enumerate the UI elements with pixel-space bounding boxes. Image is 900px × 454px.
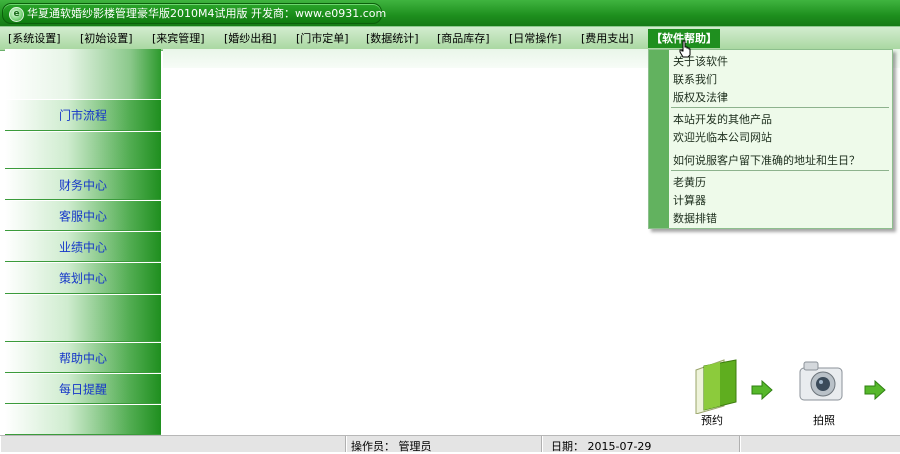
menu-separator (671, 170, 889, 171)
menu-inventory[interactable]: [商品库存] (437, 31, 490, 46)
shortcut-label-appointment[interactable]: 预约 (701, 412, 723, 428)
sidebar-header (5, 49, 161, 99)
menu-item-almanac[interactable]: 老黄历 (673, 174, 706, 190)
status-operator: 操作员： 管理员 (351, 440, 432, 453)
status-bar: 操作员： 管理员 日期： 2015-07-29 (0, 435, 900, 453)
menu-system-settings[interactable]: [系统设置] (8, 31, 61, 46)
sidebar-item-performance[interactable]: 业绩中心 (5, 231, 161, 262)
sidebar-item-label: 财务中心 (58, 178, 107, 192)
sidebar-item-store-process[interactable]: 门市流程 (5, 99, 161, 131)
dropdown-gutter (649, 50, 669, 228)
help-dropdown-menu: 关于该软件 联系我们 版权及法律 本站开发的其他产品 欢迎光临本公司网站 如何说… (648, 49, 893, 229)
menu-item-company-website[interactable]: 欢迎光临本公司网站 (673, 129, 772, 145)
green-arrow-right-icon (751, 380, 773, 400)
menu-daily-operations[interactable]: [日常操作] (509, 31, 562, 46)
sidebar-item-planning[interactable]: 策划中心 (5, 262, 161, 294)
menu-item-contact[interactable]: 联系我们 (673, 71, 717, 87)
status-date: 日期： 2015-07-29 (551, 440, 652, 453)
sidebar-item-blank-3[interactable] (5, 404, 161, 435)
sidebar-item-daily-reminder[interactable]: 每日提醒 (5, 373, 161, 404)
menu-bar: [系统设置] [初始设置] [来宾管理] [婚纱出租] [门市定单] [数据统计… (0, 26, 900, 51)
status-segment-extra (740, 436, 900, 452)
menu-store-orders[interactable]: [门市定单] (296, 31, 349, 46)
green-arrow-right-icon (864, 380, 886, 400)
menu-item-calculator[interactable]: 计算器 (673, 192, 706, 208)
hand-pointer-icon (679, 40, 691, 58)
menu-item-data-repair[interactable]: 数据排错 (673, 210, 717, 226)
app-logo-icon: e (9, 7, 24, 22)
menu-expenses[interactable]: [费用支出] (581, 31, 634, 46)
sidebar-item-help[interactable]: 帮助中心 (5, 342, 161, 373)
status-segment-empty (0, 436, 346, 452)
menu-item-customer-tips[interactable]: 如何说服客户留下准确的地址和生日？ (673, 152, 860, 168)
menu-statistics[interactable]: [数据统计] (366, 31, 419, 46)
status-segment-operator: 操作员： 管理员 (346, 436, 542, 453)
sidebar-item-label: 客服中心 (58, 209, 107, 223)
sidebar-item-label: 策划中心 (58, 271, 107, 286)
sidebar-item-label: 帮助中心 (58, 351, 107, 365)
menu-separator (671, 107, 889, 108)
menu-initial-settings[interactable]: [初始设置] (80, 31, 133, 46)
sidebar-item-label: 业绩中心 (58, 240, 107, 254)
camera-icon[interactable] (797, 358, 847, 406)
status-segment-date: 日期： 2015-07-29 (542, 436, 740, 453)
sidebar: 门市流程 财务中心 客服中心 业绩中心 策划中心 帮助中心 每日提醒 (5, 49, 161, 435)
sidebar-item-label: 每日提醒 (58, 382, 107, 396)
sidebar-item-blank-1[interactable] (5, 131, 161, 169)
sidebar-item-blank-2[interactable] (5, 294, 161, 342)
title-bar: e 华夏通软婚纱影楼管理豪华版2010M4试用版 开发商：www.e0931.c… (0, 0, 900, 26)
folder-sign-icon[interactable] (690, 356, 740, 414)
sidebar-item-finance[interactable]: 财务中心 (5, 169, 161, 200)
window-title: 华夏通软婚纱影楼管理豪华版2010M4试用版 开发商：www.e0931.com (27, 7, 387, 20)
menu-guest-management[interactable]: [来宾管理] (152, 31, 205, 46)
menu-dress-rental[interactable]: [婚纱出租] (224, 31, 277, 46)
menu-item-other-products[interactable]: 本站开发的其他产品 (673, 111, 772, 127)
title-pill: e 华夏通软婚纱影楼管理豪华版2010M4试用版 开发商：www.e0931.c… (2, 3, 386, 24)
shortcut-label-photo[interactable]: 拍照 (813, 412, 835, 428)
menu-item-copyright[interactable]: 版权及法律 (673, 89, 728, 105)
sidebar-item-label: 门市流程 (58, 108, 107, 123)
sidebar-item-customer-service[interactable]: 客服中心 (5, 200, 161, 231)
